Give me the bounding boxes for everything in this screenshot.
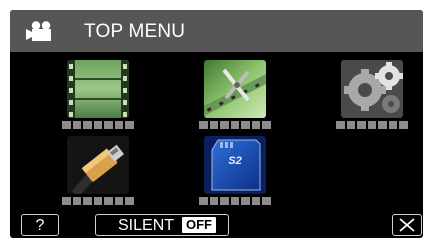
menu-item-edit[interactable] [204,60,266,118]
svg-text:S2: S2 [228,155,241,167]
menu-item-label [199,121,272,129]
menu-item-video[interactable] [67,60,129,118]
help-button[interactable]: ? [21,214,59,236]
menu-item-label [336,121,409,129]
edit-scissors-icon [204,60,266,118]
close-icon [399,218,415,232]
help-button-label: ? [35,217,45,234]
page-title: TOP MENU [84,21,186,42]
menu-item-label [62,121,135,129]
hdmi-cable-icon [67,136,129,194]
menu-item-settings[interactable] [341,60,403,118]
camcorder-screen: TOP MENU S2 ? SILENT OFF [10,10,423,238]
menu-item-label [199,197,272,205]
sd-card-icon: S2 [204,136,266,194]
title-bar: TOP MENU [10,10,423,52]
silent-state-badge: OFF [182,217,216,233]
menu-item-hdmi[interactable] [67,136,129,194]
menu-item-media[interactable]: S2 [204,136,266,194]
silent-mode-button[interactable]: SILENT OFF [95,214,229,236]
film-strip-icon [67,60,129,118]
menu-item-label [62,197,135,205]
settings-gears-icon [341,60,403,118]
silent-label: SILENT [118,217,175,234]
video-camera-icon [26,21,51,41]
close-button[interactable] [392,214,422,236]
